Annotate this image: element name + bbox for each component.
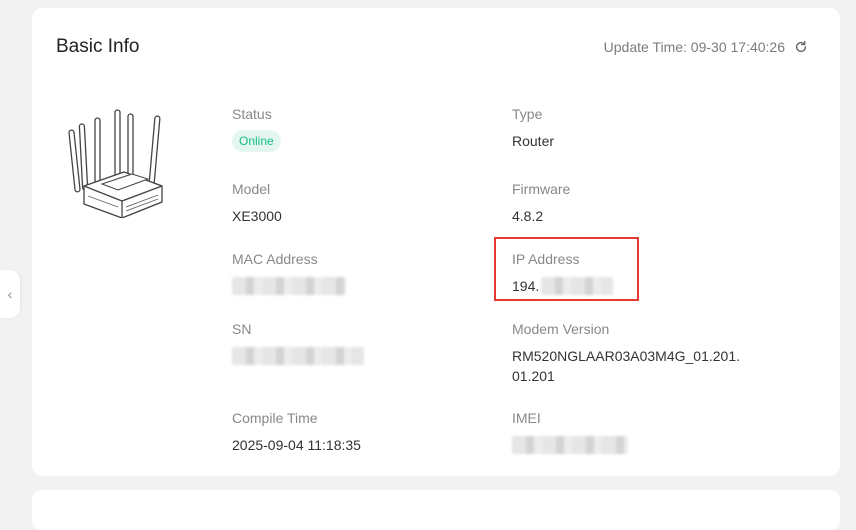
type-label: Type	[512, 106, 543, 122]
compile-time-field: Compile Time 2025-09-04 11:18:35	[232, 409, 472, 455]
imei-field: IMEI	[512, 409, 752, 454]
card-title: Basic Info	[56, 36, 140, 57]
status-badge: Online	[232, 130, 281, 152]
mac-field: MAC Address	[232, 250, 472, 295]
mac-redacted-value	[232, 277, 346, 295]
next-card	[32, 490, 840, 530]
firmware-label: Firmware	[512, 181, 571, 197]
sn-field: SN	[232, 320, 472, 365]
imei-label: IMEI	[512, 410, 541, 426]
sn-label: SN	[232, 321, 252, 337]
compile-time-label: Compile Time	[232, 410, 318, 426]
model-field: Model XE3000	[232, 180, 472, 226]
model-label: Model	[232, 181, 271, 197]
mac-label: MAC Address	[232, 251, 318, 267]
sn-redacted-value	[232, 347, 364, 365]
sidebar-collapse-toggle[interactable]: ‹	[0, 270, 20, 318]
chevron-left-icon: ‹	[7, 286, 13, 302]
refresh-icon[interactable]	[794, 40, 808, 54]
basic-info-card: Basic Info Update Time: 09-30 17:40:26 S…	[32, 8, 840, 476]
compile-time-value: 2025-09-04 11:18:35	[232, 437, 361, 453]
firmware-value: 4.8.2	[512, 208, 544, 224]
imei-redacted-value	[512, 436, 628, 454]
ip-address-highlight-box	[494, 237, 639, 301]
status-field: Status Online	[232, 105, 472, 152]
update-time-text: Update Time: 09-30 17:40:26	[603, 39, 785, 55]
modem-version-label: Modem Version	[512, 321, 610, 337]
update-time: Update Time: 09-30 17:40:26	[604, 39, 808, 55]
status-label: Status	[232, 106, 272, 122]
router-device-icon	[68, 109, 163, 218]
modem-version-field: Modem Version RM520NGLAAR03A03M4G_01.201…	[512, 320, 742, 386]
type-field: Type Router	[512, 105, 752, 151]
modem-version-value: RM520NGLAAR03A03M4G_01.201.01.201	[512, 348, 741, 384]
type-value: Router	[512, 133, 555, 149]
firmware-field: Firmware 4.8.2	[512, 180, 752, 226]
model-value: XE3000	[232, 208, 282, 224]
